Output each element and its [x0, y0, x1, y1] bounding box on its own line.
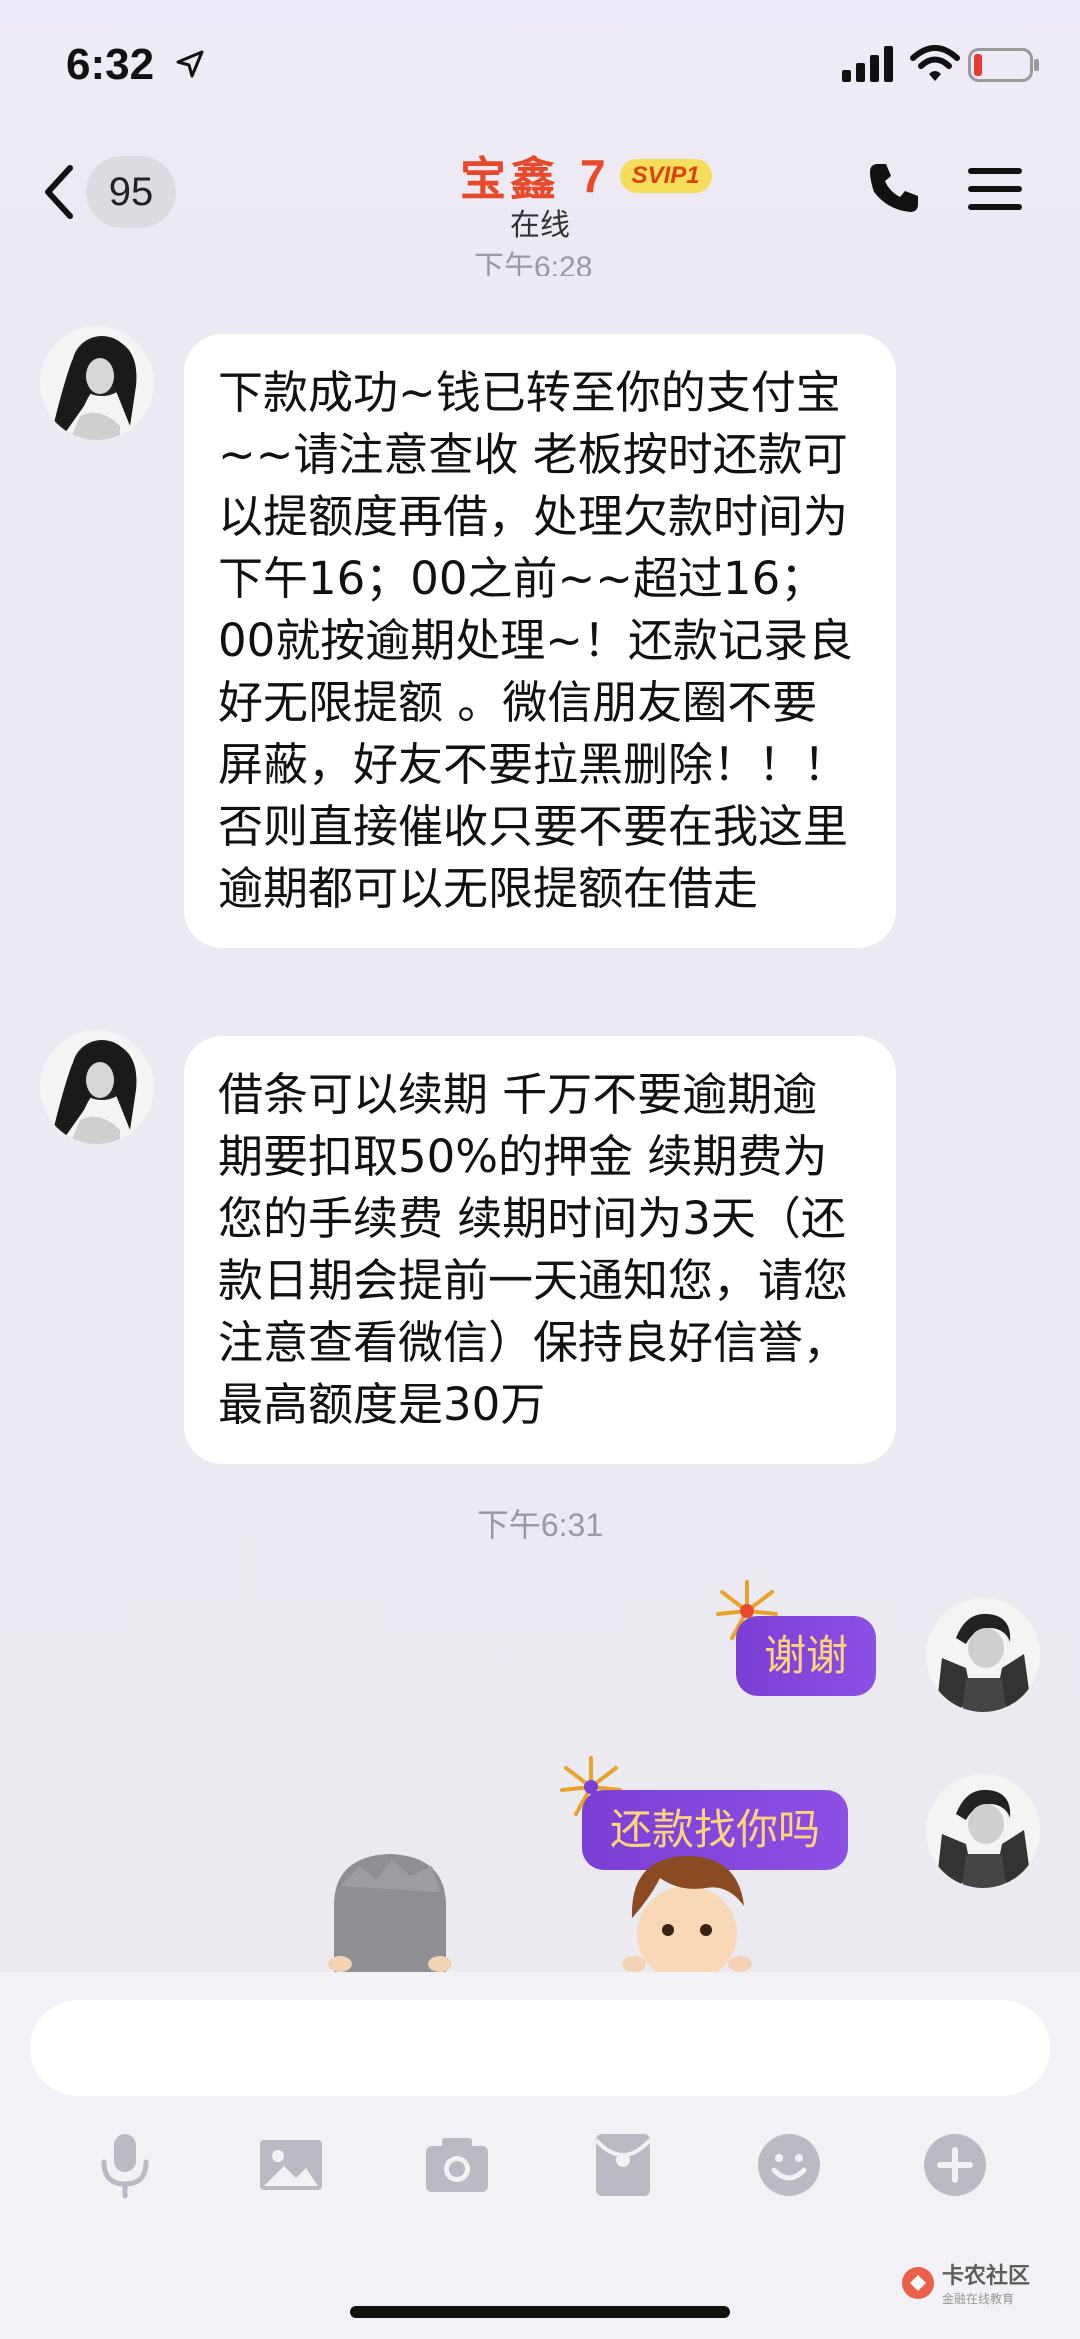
camera-icon[interactable] — [422, 2130, 492, 2200]
message-bubble-sent: 谢谢 — [736, 1616, 877, 1696]
contact-level: 7 — [580, 150, 606, 202]
chat-screen: 6:32 95 宝鑫 7 SVIP1 在线 下午6:28 下款成功~钱已转至你的… — [0, 0, 1080, 2339]
contact-avatar[interactable] — [40, 326, 154, 440]
microphone-icon[interactable] — [90, 2130, 160, 2200]
menu-icon[interactable] — [968, 166, 1022, 212]
image-icon[interactable] — [256, 2130, 326, 2200]
contact-avatar[interactable] — [40, 1030, 154, 1144]
message-bubble-received: 借条可以续期 千万不要逾期逾期要扣取50%的押金 续期费为您的手续费 续期时间为… — [184, 1036, 896, 1464]
status-time: 6:32 — [66, 40, 155, 89]
online-status: 在线 — [510, 208, 570, 243]
svip-badge: SVIP1 — [619, 159, 712, 193]
unread-count-badge[interactable]: 95 — [86, 156, 176, 228]
cellular-signal-icon — [842, 46, 893, 82]
location-arrow-icon — [176, 50, 204, 78]
battery-low-icon — [968, 48, 1039, 82]
back-chevron-icon[interactable] — [40, 162, 80, 222]
watermark-title: 卡农社区 — [942, 2264, 1031, 2289]
status-bar: 6:32 — [0, 0, 1080, 140]
timestamp-partial: 下午6:28 — [474, 251, 593, 276]
emoji-icon[interactable] — [754, 2130, 824, 2200]
contact-title[interactable]: 宝鑫 7 SVIP1 — [460, 146, 712, 206]
message-input[interactable] — [30, 2000, 1050, 2096]
peeking-character-sticker — [328, 1854, 452, 1972]
watermark-logo-icon — [902, 2266, 934, 2299]
my-avatar[interactable] — [926, 1598, 1040, 1712]
home-indicator[interactable] — [350, 2306, 730, 2318]
message-bubble-received: 下款成功~钱已转至你的支付宝~~请注意查收 老板按时还款可以提额度再借，处理欠款… — [184, 334, 896, 948]
peeking-boy-sticker — [622, 1855, 752, 1972]
timestamp: 下午6:31 — [476, 1507, 604, 1543]
plus-icon[interactable] — [920, 2130, 990, 2200]
phone-call-icon[interactable] — [866, 160, 922, 216]
my-avatar[interactable] — [926, 1774, 1040, 1888]
watermark-subtitle: 金融在线教育 — [942, 2292, 1015, 2306]
red-packet-icon[interactable] — [588, 2130, 658, 2200]
wifi-icon — [910, 45, 960, 81]
watermark: 卡农社区 金融在线教育 — [900, 2258, 1030, 2307]
